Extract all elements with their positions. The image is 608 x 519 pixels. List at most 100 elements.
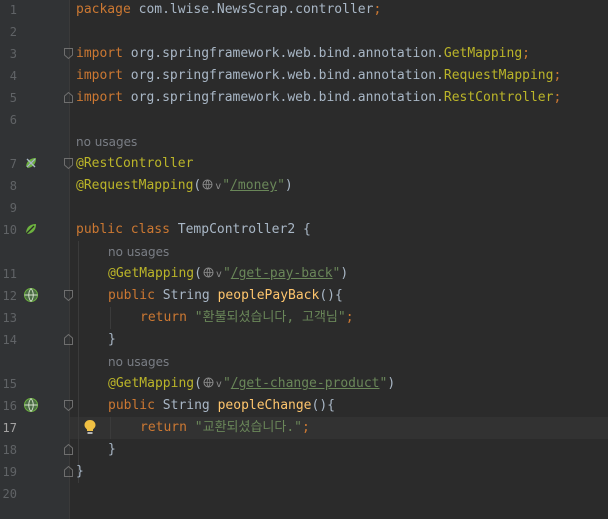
string-quote: ": [277, 178, 285, 193]
code-line-13[interactable]: return "환불되셨습니다, 고객님";: [140, 307, 354, 329]
intention-bulb-icon[interactable]: [83, 419, 97, 435]
code-line-3[interactable]: import org.springframework.web.bind.anno…: [76, 43, 530, 65]
code-line-11[interactable]: @GetMapping(v"/get-pay-back"): [108, 263, 348, 285]
fold-marker-icon[interactable]: [64, 466, 73, 477]
semicolon: ;: [373, 2, 382, 17]
paren: (: [193, 178, 202, 193]
chevron-down-icon[interactable]: v: [216, 379, 222, 390]
code-line-18[interactable]: }: [108, 439, 116, 461]
string-literal: "환불되셨습니다, 고객님": [194, 310, 346, 325]
string-quote: ": [222, 266, 231, 281]
line-number: 4: [9, 69, 17, 83]
keyword: import: [76, 68, 123, 83]
web-url-icon[interactable]: [202, 179, 214, 190]
fold-marker-icon[interactable]: [64, 290, 73, 301]
method-signature-end: (){: [311, 398, 335, 413]
usages-hint[interactable]: no usages: [76, 131, 137, 153]
code-line-1[interactable]: package com.lwise.NewsScrap.controller;: [76, 0, 381, 21]
line-number: 5: [9, 91, 17, 105]
semicolon: ;: [302, 420, 310, 435]
indent-guide: [110, 307, 111, 329]
line-number: 19: [2, 465, 17, 479]
keyword: public: [108, 398, 155, 413]
paren: ): [387, 376, 396, 391]
keyword: import: [76, 46, 123, 61]
keyword: import: [76, 90, 123, 105]
type-name: String: [154, 398, 218, 413]
import-class: GetMapping: [443, 46, 523, 61]
keyword: return: [140, 420, 187, 435]
semicolon: ;: [553, 90, 562, 105]
spring-bean-icon[interactable]: [23, 221, 39, 237]
fold-marker-icon[interactable]: [64, 444, 73, 455]
fold-marker-icon[interactable]: [64, 334, 73, 345]
keyword: class: [130, 222, 170, 237]
paren: ): [340, 266, 349, 281]
line-number: 14: [2, 333, 17, 347]
paren: (: [194, 266, 202, 281]
web-endpoint-icon[interactable]: [23, 397, 39, 413]
line-number: 3: [9, 47, 17, 61]
string-literal: "교환되셨습니다.": [194, 420, 302, 435]
semicolon: ;: [553, 68, 562, 83]
line-number: 7: [9, 157, 17, 171]
method-name: peoplePayBack: [217, 288, 320, 303]
semicolon: ;: [522, 46, 530, 61]
annotation: @RequestMapping: [76, 178, 194, 193]
indent-guide: [110, 417, 111, 439]
import-package: org.springframework.web.bind.annotation.: [122, 46, 444, 61]
usages-hint[interactable]: no usages: [108, 241, 169, 263]
fold-marker-icon[interactable]: [64, 158, 73, 169]
paren: (: [194, 376, 202, 391]
import-class: RequestMapping: [443, 68, 554, 83]
keyword: package: [76, 2, 131, 17]
fold-marker-icon[interactable]: [64, 400, 73, 411]
spring-bean-icon[interactable]: [23, 155, 39, 171]
fold-marker-icon[interactable]: [64, 92, 73, 103]
chevron-down-icon[interactable]: v: [216, 269, 222, 280]
url-path[interactable]: /get-pay-back: [231, 266, 333, 281]
line-number: 2: [9, 25, 17, 39]
url-path[interactable]: /get-change-product: [231, 376, 380, 391]
line-number: 6: [9, 113, 17, 127]
import-package: org.springframework.web.bind.annotation.: [122, 90, 444, 105]
web-endpoint-icon[interactable]: [23, 287, 39, 303]
code-line-4[interactable]: import org.springframework.web.bind.anno…: [76, 65, 561, 87]
usages-hint[interactable]: no usages: [108, 351, 169, 373]
code-line-14[interactable]: }: [108, 329, 116, 351]
web-url-icon[interactable]: [203, 377, 215, 388]
line-number: 11: [2, 267, 17, 281]
code-line-10[interactable]: public class TempController2 {: [76, 219, 311, 241]
paren: ): [284, 178, 293, 193]
code-line-16[interactable]: public String peopleChange(){: [108, 395, 335, 417]
annotation: @GetMapping: [108, 266, 195, 281]
code-line-8[interactable]: @RequestMapping(v"/money"): [76, 175, 293, 197]
chevron-down-icon[interactable]: v: [215, 181, 221, 192]
semicolon: ;: [345, 310, 354, 325]
code-line-15[interactable]: @GetMapping(v"/get-change-product"): [108, 373, 395, 395]
indent-guide: [78, 241, 79, 483]
line-number: 13: [2, 311, 17, 325]
method-name: peopleChange: [217, 398, 312, 413]
line-number: 20: [2, 487, 17, 501]
line-number: 1: [9, 3, 17, 17]
import-package: org.springframework.web.bind.annotation.: [122, 68, 444, 83]
fold-marker-icon[interactable]: [64, 48, 73, 59]
code-line-5[interactable]: import org.springframework.web.bind.anno…: [76, 87, 561, 109]
url-path[interactable]: /money: [230, 178, 277, 193]
close-brace: }: [108, 442, 116, 457]
line-number: 8: [9, 179, 17, 193]
code-editor[interactable]: 1 2 3 4 5 6 7 8 9 10 11 12 13 14 15 16 1…: [0, 0, 608, 519]
type-name: String: [154, 288, 218, 303]
close-brace: }: [76, 464, 84, 479]
web-url-icon[interactable]: [203, 267, 215, 278]
code-line-17[interactable]: return "교환되셨습니다.";: [140, 417, 310, 439]
code-line-12[interactable]: public String peoplePayBack(){: [108, 285, 343, 307]
line-number: 15: [2, 377, 17, 391]
code-line-19[interactable]: }: [76, 461, 84, 483]
code-line-7[interactable]: @RestController: [76, 153, 193, 175]
class-name: TempController2 {: [169, 222, 311, 237]
